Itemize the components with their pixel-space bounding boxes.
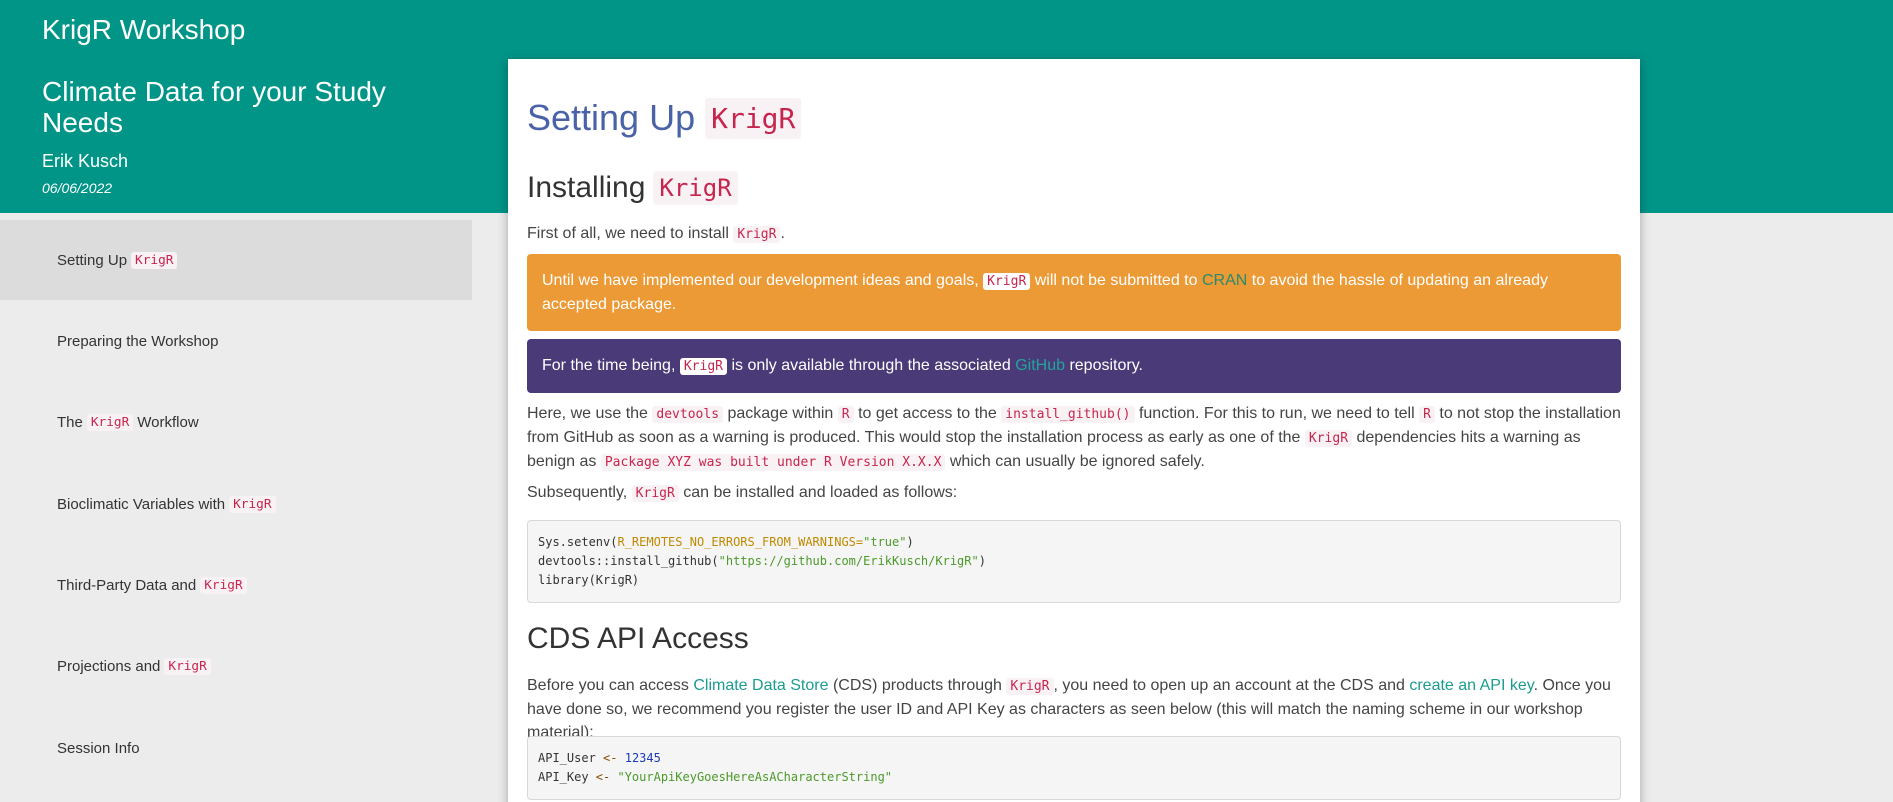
sidebar-item-label: Session Info: [57, 739, 140, 757]
code-token: API_Key: [538, 770, 596, 784]
code-token: R_REMOTES_NO_ERRORS_FROM_WARNINGS=: [617, 535, 864, 549]
code-token: "https://github.com/ErikKusch/KrigR": [718, 554, 979, 568]
text: can be installed and loaded as follows:: [683, 484, 958, 501]
sidebar-item-label: Bioclimatic Variables with: [57, 495, 226, 513]
text: will not be submitted to: [1034, 272, 1198, 289]
api-code-block[interactable]: API_User <- 12345 API_Key <- "YourApiKey…: [527, 736, 1621, 800]
sidebar-item-code: KrigR: [229, 495, 276, 513]
climate-data-store-link[interactable]: Climate Data Store: [693, 677, 828, 694]
text: , you need to open up an account at the …: [1053, 677, 1405, 694]
text: For the time being,: [542, 357, 676, 374]
code-token: API_User: [538, 751, 604, 765]
section-heading-code: KrigR: [653, 171, 738, 205]
inline-code: install_github(): [1001, 406, 1135, 423]
section-heading-installing: Installing KrigR: [527, 171, 738, 205]
text: is only available through the associated: [731, 357, 1011, 374]
sidebar-item-session-info[interactable]: Session Info: [0, 708, 472, 788]
text: to get access to the: [858, 405, 997, 422]
sidebar-item-code: KrigR: [86, 413, 134, 431]
callout-github-notice: For the time being, KrigR is only availa…: [527, 339, 1621, 393]
code-token: devtools::install_github(: [538, 554, 719, 568]
code-token: <-: [603, 751, 618, 765]
cran-link[interactable]: CRAN: [1202, 272, 1247, 289]
text: Until we have implemented our developmen…: [542, 272, 979, 289]
devtools-paragraph: Here, we use the devtools package within…: [527, 402, 1621, 474]
site-subtitle: Climate Data for your Study Needs: [42, 76, 386, 138]
install-code-block[interactable]: Sys.setenv(R_REMOTES_NO_ERRORS_FROM_WARN…: [527, 520, 1621, 603]
sidebar-item-code: KrigR: [164, 657, 211, 675]
sidebar-item-preparing[interactable]: Preparing the Workshop: [0, 301, 472, 381]
sidebar-item-code: KrigR: [200, 576, 247, 594]
inline-code: Package XYZ was built under R Version X.…: [600, 454, 946, 471]
text: repository.: [1069, 357, 1143, 374]
create-api-key-link[interactable]: create an API key: [1409, 677, 1533, 694]
sidebar-item-setting-up[interactable]: Setting Up KrigR: [0, 220, 472, 300]
page-title-code: KrigR: [705, 97, 802, 139]
code-token: ): [978, 554, 986, 568]
code-token: "true": [863, 535, 907, 549]
code-token: Sys.setenv(: [538, 535, 618, 549]
inline-code: KrigR: [983, 273, 1031, 290]
text: Subsequently,: [527, 484, 628, 501]
sidebar-item-third-party[interactable]: Third-Party Data and KrigR: [0, 545, 472, 625]
cds-paragraph: Before you can access Climate Data Store…: [527, 674, 1621, 744]
inline-code: R: [837, 406, 854, 423]
inline-code: R: [1419, 406, 1435, 423]
sidebar-item-workflow[interactable]: The KrigR Workflow: [0, 382, 472, 462]
sidebar-item-label: Projections and: [57, 657, 161, 675]
inline-code: KrigR: [631, 485, 679, 502]
code-token: ): [906, 535, 914, 549]
inline-code: KrigR: [679, 358, 727, 375]
site-title[interactable]: KrigR Workshop: [42, 14, 245, 46]
inline-code: KrigR: [733, 226, 781, 243]
sidebar-item-label-suffix: Workflow: [137, 413, 199, 431]
install-subsequently: Subsequently, KrigR can be installed and…: [527, 481, 1621, 505]
text: which can usually be ignored safely.: [949, 453, 1205, 470]
text: Before you can access: [527, 677, 689, 694]
sidebar-item-code: KrigR: [131, 251, 178, 269]
code-token: "YourApiKeyGoesHereAsACharacterString": [617, 770, 893, 784]
inline-code: KrigR: [1304, 430, 1353, 447]
code-token: 12345: [624, 751, 661, 765]
text: function. For this to run, we need to te…: [1138, 405, 1415, 422]
code-token: library(KrigR): [538, 573, 640, 587]
section-heading-text: CDS API Access: [527, 622, 749, 655]
install-intro: First of all, we need to install KrigR.: [527, 222, 1621, 246]
section-heading-cds: CDS API Access: [527, 622, 749, 656]
github-link[interactable]: GitHub: [1015, 357, 1065, 374]
code-token: <-: [595, 770, 611, 784]
page-title-text: Setting Up: [527, 97, 696, 138]
sidebar-item-label: Third-Party Data and: [57, 576, 197, 594]
page-title: Setting Up KrigR: [527, 97, 802, 139]
sidebar-item-projections[interactable]: Projections and KrigR: [0, 626, 472, 706]
text: First of all, we need to install: [527, 225, 729, 242]
section-heading-text: Installing: [527, 171, 646, 204]
text: (CDS) products through: [832, 677, 1002, 694]
main-content-card: Setting Up KrigR Installing KrigR First …: [508, 59, 1640, 802]
callout-cran-notice: Until we have implemented our developmen…: [527, 254, 1621, 331]
sidebar-item-bioclimatic[interactable]: Bioclimatic Variables with KrigR: [0, 464, 472, 544]
sidebar-item-label: Setting Up: [57, 251, 128, 269]
sidebar-item-label: The: [57, 413, 83, 431]
text: .: [780, 225, 785, 242]
text: package within: [727, 405, 834, 422]
site-date: 06/06/2022: [42, 180, 113, 196]
inline-code: KrigR: [1006, 678, 1054, 695]
site-author: Erik Kusch: [42, 151, 129, 171]
sidebar-item-label: Preparing the Workshop: [57, 332, 219, 350]
text: Here, we use the: [527, 405, 648, 422]
inline-code: devtools: [652, 406, 724, 423]
